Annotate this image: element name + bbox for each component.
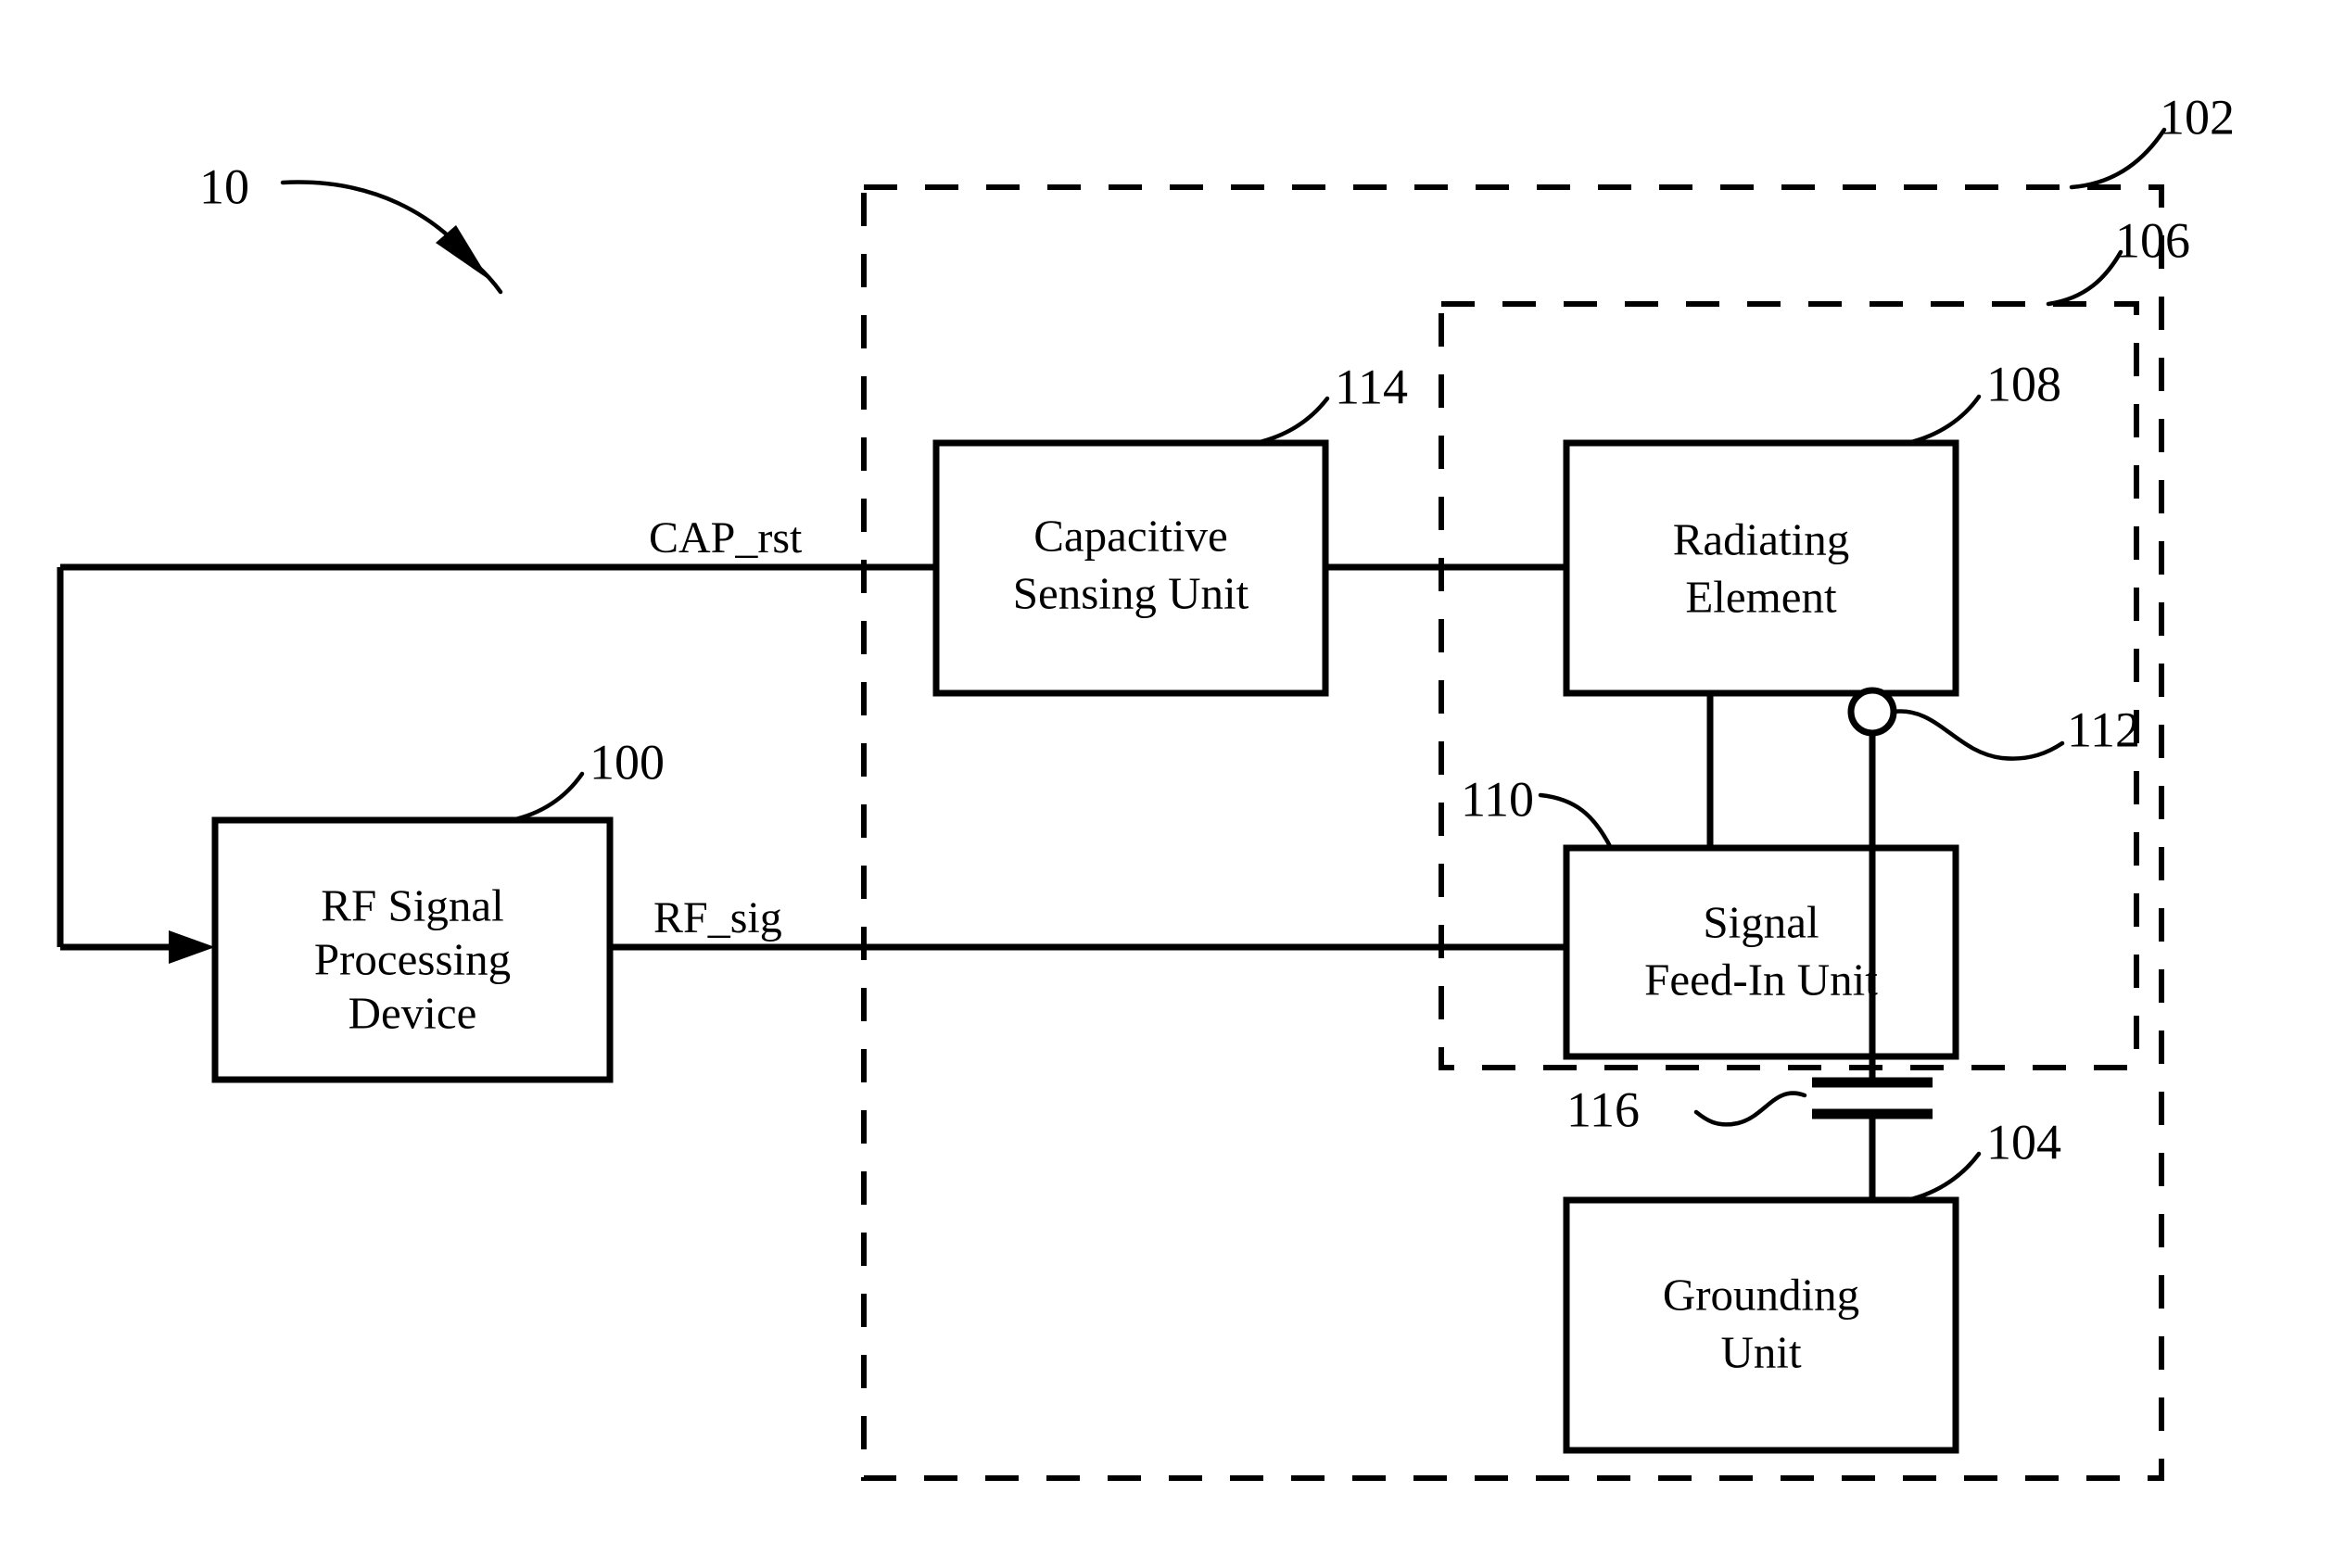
ref-numeral-102: 102	[2160, 89, 2235, 145]
signal-label-cap-rst: CAP_rst	[649, 513, 803, 563]
radiating-element-label-line1: Radiating	[1673, 513, 1850, 564]
radiating-element-label-line2: Element	[1685, 571, 1837, 622]
signal-feed-in-label-line1: Signal	[1703, 896, 1819, 947]
ref-numeral-106: 106	[2115, 212, 2190, 268]
leader-tail-10	[473, 261, 503, 295]
arrowhead-into-rf-device	[169, 930, 215, 964]
signal-label-rf-sig: RF_sig	[653, 893, 782, 942]
ref-numeral-10: 10	[199, 158, 249, 214]
block-signal-feed-in-unit[interactable]	[1563, 844, 1959, 1060]
dashed-group-outer-102	[861, 184, 2164, 1481]
leader-line-100	[509, 771, 585, 823]
rf-device-label-line1: RF Signal	[321, 879, 503, 930]
leader-line-104	[1905, 1151, 1982, 1203]
ref-numeral-114: 114	[1335, 359, 1408, 414]
grounding-unit-label-line2: Unit	[1720, 1326, 1802, 1377]
capacitive-sensing-label-line2: Sensing Unit	[1013, 567, 1249, 618]
ref-numeral-100: 100	[589, 734, 665, 790]
leader-line-114	[1253, 396, 1330, 446]
coupling-node-112-circle[interactable]	[1847, 687, 1897, 737]
leader-line-106	[2046, 249, 2123, 307]
ref-numeral-108: 108	[1986, 356, 2061, 411]
rf-device-label-line3: Device	[349, 987, 477, 1038]
grounding-unit-label-line1: Grounding	[1663, 1269, 1859, 1320]
rf-device-label-line2: Processing	[314, 933, 511, 984]
ref-numeral-112: 112	[2067, 702, 2140, 757]
leader-line-112	[1891, 709, 2065, 761]
capacitive-sensing-label-line1: Capacitive	[1033, 510, 1228, 561]
figure-canvas: RF Signal Processing Device Capacitive S…	[0, 0, 2345, 1568]
ref-numeral-104: 104	[1986, 1114, 2061, 1170]
ref-numeral-110: 110	[1461, 771, 1534, 827]
block-diagram-svg: RF Signal Processing Device Capacitive S…	[57, 89, 2235, 1481]
leader-line-110	[1538, 792, 1614, 851]
leader-line-108	[1905, 394, 1982, 446]
signal-feed-in-label-line2: Feed-In Unit	[1644, 954, 1878, 1005]
ref-numeral-116: 116	[1566, 1081, 1640, 1137]
leader-line-10	[280, 180, 480, 270]
leader-line-116	[1693, 1091, 1807, 1127]
block-grounding-unit[interactable]	[1563, 1196, 1959, 1454]
block-radiating-element[interactable]	[1563, 439, 1959, 697]
leader-line-102	[2069, 127, 2167, 190]
